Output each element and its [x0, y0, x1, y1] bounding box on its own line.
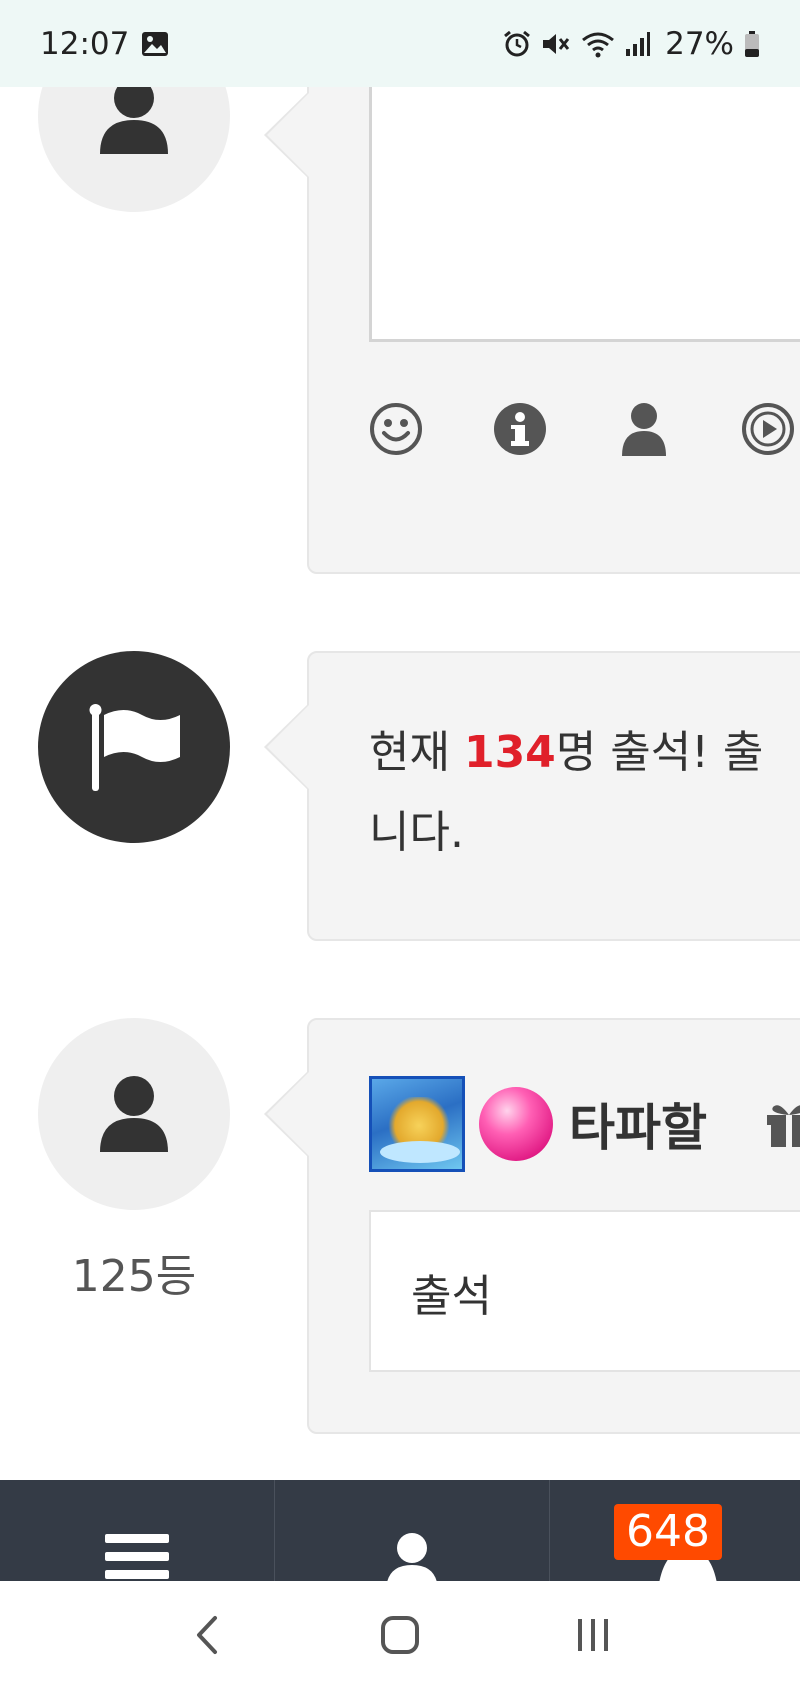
- level-badge-icon: [369, 1076, 465, 1172]
- status-bar: 12:07 27%: [0, 0, 800, 87]
- wifi-icon: [582, 32, 615, 57]
- image-icon: [142, 31, 169, 56]
- compose-toolbar: [369, 402, 795, 456]
- menu-icon: [105, 1534, 169, 1579]
- attendance-feed: 현재 134명 출석! 출 니다. 125등 타파할 출석: [0, 0, 800, 1480]
- comment-text: 출석: [411, 1271, 492, 1322]
- notice-avatar: [38, 651, 230, 843]
- comment-box: 출석: [369, 1210, 800, 1372]
- user-icon[interactable]: [617, 402, 671, 456]
- alarm-icon: [504, 30, 531, 56]
- battery-percent: 27%: [665, 25, 734, 62]
- home-icon: [380, 1616, 419, 1654]
- nav-profile[interactable]: [275, 1480, 550, 1581]
- entry-bubble: 타파할 출석: [264, 1018, 800, 1434]
- user-icon: [387, 1533, 437, 1581]
- gift-icon[interactable]: [765, 1101, 800, 1147]
- back-button[interactable]: [177, 1605, 237, 1665]
- nav-menu[interactable]: [0, 1480, 275, 1581]
- mute-icon: [543, 33, 570, 54]
- notification-badge: 648: [614, 1504, 722, 1560]
- play-icon[interactable]: [741, 402, 795, 456]
- flag-icon: [89, 704, 180, 791]
- notice-bubble: 현재 134명 출석! 출 니다.: [264, 651, 800, 941]
- rank-label: 125등: [71, 1251, 197, 1302]
- user-icon: [100, 1076, 168, 1152]
- notice-text: 현재 134명 출석! 출 니다.: [369, 727, 764, 858]
- user-icon: [100, 78, 168, 154]
- pink-orb-icon: [479, 1087, 553, 1161]
- compose-bubble: [264, 22, 800, 574]
- user-line: 타파할: [369, 1076, 800, 1172]
- recents-icon: [578, 1619, 609, 1651]
- battery-icon: [745, 30, 759, 57]
- recents-button[interactable]: [563, 1605, 623, 1665]
- signal-icon: [626, 31, 651, 56]
- app-bottom-nav: 648: [0, 1480, 800, 1581]
- system-nav: [0, 1581, 800, 1689]
- back-icon: [196, 1616, 217, 1654]
- status-time: 12:07: [40, 25, 130, 62]
- info-icon[interactable]: [493, 402, 547, 456]
- attendance-count: 134: [463, 727, 556, 778]
- username[interactable]: 타파할: [569, 1088, 707, 1160]
- emoji-icon[interactable]: [369, 402, 423, 456]
- home-button[interactable]: [370, 1605, 430, 1665]
- user-avatar: [38, 1018, 230, 1210]
